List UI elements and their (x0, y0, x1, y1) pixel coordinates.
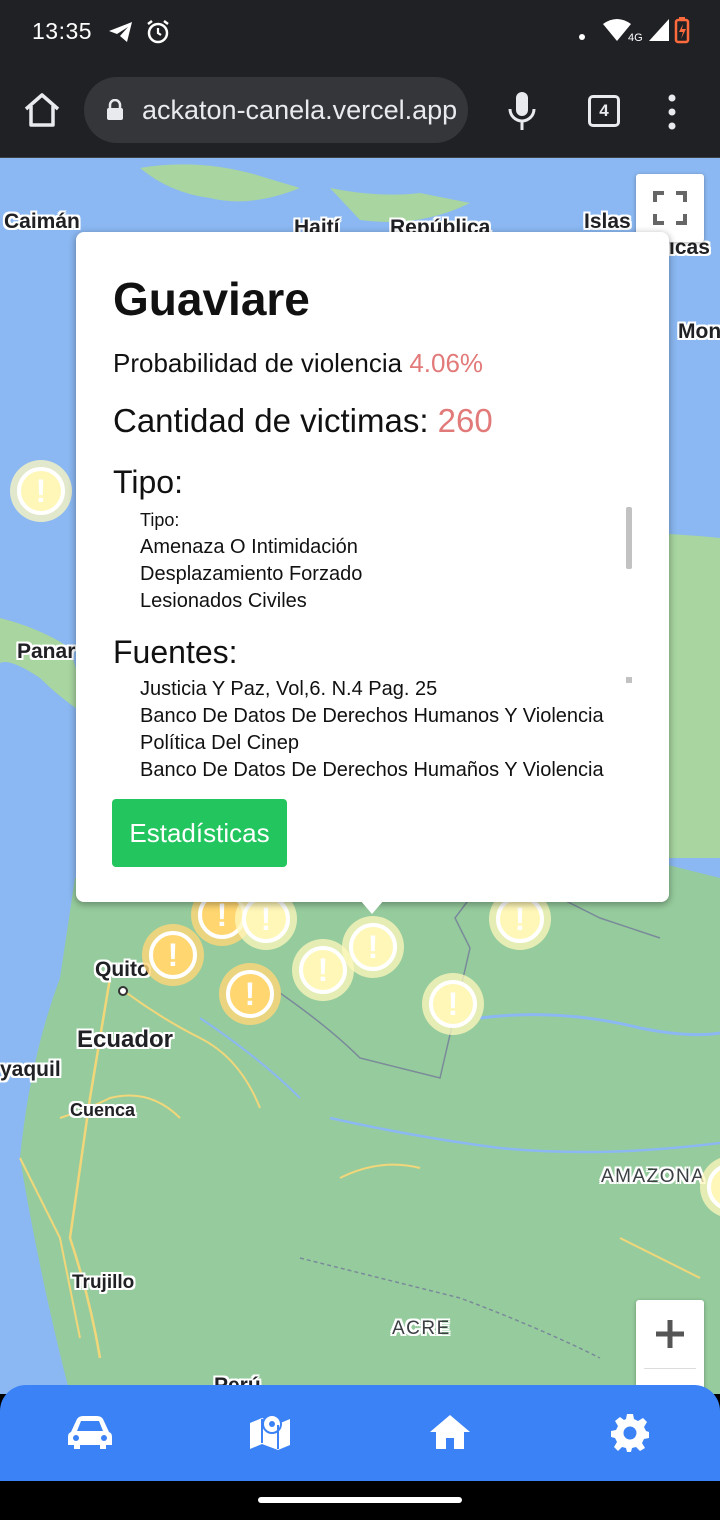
region-title: Guaviare (113, 273, 310, 325)
fuentes-heading: Fuentes: (113, 634, 238, 670)
map-label-islas: Islas (584, 210, 631, 233)
zoom-in-icon[interactable] (636, 1300, 704, 1368)
home-icon[interactable] (427, 1411, 473, 1453)
map-label-cuenca: Cuenca (70, 1100, 136, 1120)
battery-icon (674, 16, 690, 49)
alert-marker[interactable]: ! (10, 460, 72, 522)
fuentes-list[interactable]: Justicia Y Paz, Vol,6. N.4 Pag. 25 Banco… (140, 676, 604, 784)
url-text: ackaton-canela.vercel.app (142, 95, 458, 125)
gesture-handle[interactable] (258, 1497, 462, 1503)
tipo-list[interactable]: Tipo: Amenaza O Intimidación Desplazamie… (140, 507, 362, 615)
telegram-icon (108, 20, 134, 49)
settings-icon[interactable] (607, 1411, 653, 1453)
list-item: Justicia Y Paz, Vol,6. N.4 Pag. 25 (140, 678, 438, 700)
gesture-bar (0, 1481, 720, 1520)
browser-toolbar: ackaton-canela.vercel.app 4 (0, 64, 720, 158)
map-label-trujillo: Trujillo (72, 1272, 135, 1293)
map-label-panama: Panar (17, 640, 76, 663)
zoom-divider (644, 1368, 696, 1369)
probability-label: Probabilidad de violencia (113, 348, 403, 378)
list-item: Desplazamiento Forzado (140, 563, 363, 585)
alarm-icon (146, 19, 170, 50)
map-label-quito: Quito (95, 958, 150, 981)
list-item: Banco De Datos De Derechos Humaños Y Vio… (140, 759, 604, 781)
alert-marker[interactable]: ! (219, 963, 281, 1025)
more-vert-icon[interactable] (660, 92, 684, 132)
alert-marker[interactable]: ! (292, 939, 354, 1001)
signal-icon (648, 18, 670, 47)
probability-text: Probabilidad de violencia 4.06% (113, 348, 483, 379)
info-window: Guaviare Probabilidad de violencia 4.06%… (76, 232, 669, 902)
status-time: 13:35 (32, 18, 93, 44)
car-icon[interactable] (67, 1411, 113, 1453)
map-label-mon: Mon (678, 320, 720, 343)
lock-icon (106, 98, 124, 121)
home-icon[interactable] (20, 88, 64, 132)
victims-text: Cantidad de victimas: 260 (113, 402, 493, 440)
victims-label: Cantidad de victimas: (113, 402, 429, 439)
address-bar[interactable]: ackaton-canela.vercel.app (84, 77, 468, 143)
network-label: 4G (628, 32, 643, 44)
tabs-button[interactable]: 4 (588, 95, 620, 127)
tipo-heading: Tipo: (113, 464, 183, 500)
victims-value: 260 (437, 402, 493, 439)
map-label-amazonas: AMAZONA (601, 1166, 706, 1187)
list-item: Política Del Cinep (140, 732, 299, 754)
alert-marker[interactable]: ! (422, 973, 484, 1035)
dot-icon (578, 28, 586, 46)
status-bar: 13:35 4G (0, 0, 720, 64)
map-label-ecuador: Ecuador (77, 1026, 174, 1053)
map-label-caiman: Caimán (4, 210, 80, 233)
fuentes-scrollbar[interactable] (626, 677, 632, 683)
tipo-scrollbar[interactable] (626, 507, 632, 569)
mic-icon[interactable] (504, 90, 540, 132)
info-window-tail (360, 900, 384, 914)
list-item: Banco De Datos De Derechos Humanos Y Vio… (140, 705, 604, 727)
city-dot (118, 986, 128, 996)
statistics-button[interactable]: Estadísticas (112, 799, 287, 867)
map-icon[interactable] (247, 1411, 293, 1453)
zoom-control (636, 1300, 704, 1394)
alert-marker[interactable]: ! (142, 924, 204, 986)
map-label-guayaquil: yaquil (0, 1058, 61, 1081)
list-item: Lesionados Civiles (140, 590, 307, 612)
map-label-acre: ACRE (392, 1318, 451, 1339)
probability-value: 4.06% (409, 348, 484, 378)
list-item: Amenaza O Intimidación (140, 536, 358, 558)
bottom-nav (0, 1385, 720, 1481)
list-item: Tipo: (140, 510, 180, 530)
